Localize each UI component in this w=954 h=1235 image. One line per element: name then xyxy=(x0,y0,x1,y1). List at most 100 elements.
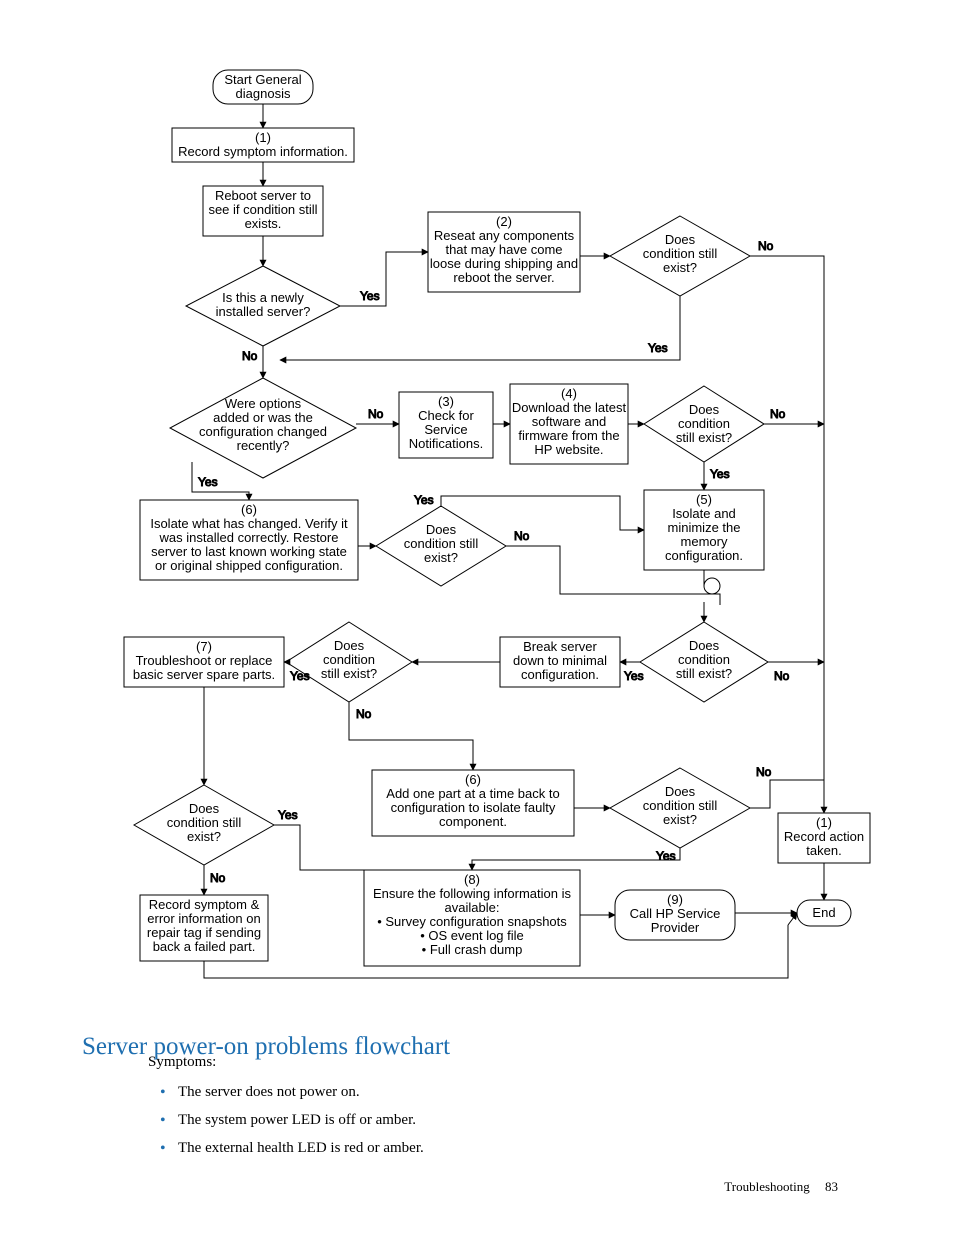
svg-text:No: No xyxy=(368,407,384,421)
svg-text:see if condition still: see if condition still xyxy=(208,202,317,217)
flow-b2: (2) Reseat any components that may have … xyxy=(428,212,580,292)
svg-text:(2): (2) xyxy=(496,214,512,229)
svg-text:Isolate what has changed. Veri: Isolate what has changed. Verify it xyxy=(150,516,348,531)
flow-b5: (5) Isolate and minimize the memory conf… xyxy=(644,490,764,570)
svg-text:loose during shipping and: loose during shipping and xyxy=(430,256,578,271)
svg-text:software and: software and xyxy=(532,414,606,429)
svg-text:• Full crash dump: • Full crash dump xyxy=(422,942,523,957)
svg-text:No: No xyxy=(770,407,786,421)
svg-text:memory: memory xyxy=(681,534,728,549)
svg-text:condition still: condition still xyxy=(404,536,479,551)
svg-text:Isolate and: Isolate and xyxy=(672,506,736,521)
svg-text:exist?: exist? xyxy=(663,260,697,275)
svg-text:Does: Does xyxy=(334,638,365,653)
svg-text:Were options: Were options xyxy=(225,396,302,411)
flow-b3: (3) Check for Service Notifications. xyxy=(399,392,493,458)
svg-text:(5): (5) xyxy=(696,492,712,507)
svg-text:configuration to isolate fault: configuration to isolate faulty xyxy=(391,800,556,815)
svg-text:Does: Does xyxy=(665,784,696,799)
svg-text:Start General: Start General xyxy=(224,72,301,87)
flow-b1: (1) Record symptom information. xyxy=(172,128,354,162)
svg-text:No: No xyxy=(774,669,790,683)
symptom-item: The server does not power on. xyxy=(178,1080,424,1104)
svg-text:Service: Service xyxy=(424,422,467,437)
svg-text:Yes: Yes xyxy=(278,808,298,822)
svg-text:Reseat any components: Reseat any components xyxy=(434,228,575,243)
svg-text:recently?: recently? xyxy=(237,438,290,453)
footer-section: Troubleshooting xyxy=(724,1179,809,1194)
flow-d-opts: Were options added or was the configurat… xyxy=(170,378,356,478)
svg-text:Does: Does xyxy=(689,638,720,653)
svg-text:Provider: Provider xyxy=(651,920,700,935)
svg-text:Yes: Yes xyxy=(414,493,434,507)
svg-text:repair tag if sending: repair tag if sending xyxy=(147,925,261,940)
svg-text:HP website.: HP website. xyxy=(534,442,603,457)
flow-b7: (7) Troubleshoot or replace basic server… xyxy=(124,637,284,687)
svg-text:condition still: condition still xyxy=(643,798,718,813)
flow-d-cond4: Does condition still exist? xyxy=(286,622,412,702)
svg-text:still exist?: still exist? xyxy=(321,666,377,681)
svg-text:firmware from the: firmware from the xyxy=(518,428,619,443)
flow-b8: (8) Ensure the following information is … xyxy=(364,870,580,966)
symptom-item: The system power LED is off or amber. xyxy=(178,1108,424,1132)
svg-text:Ensure the following informati: Ensure the following information is xyxy=(373,886,571,901)
svg-text:or original shipped configurat: or original shipped configuration. xyxy=(155,558,343,573)
svg-text:End: End xyxy=(812,905,835,920)
svg-text:Does: Does xyxy=(189,801,220,816)
flow-d-cond7: Does condition still exist? xyxy=(610,768,750,848)
svg-text:condition still: condition still xyxy=(643,246,718,261)
svg-text:Call HP Service: Call HP Service xyxy=(630,906,721,921)
flow-b6b: (6) Add one part at a time back to confi… xyxy=(372,770,574,836)
symptoms-intro: Symptoms: xyxy=(148,1050,424,1074)
svg-text:Add one part at a time back to: Add one part at a time back to xyxy=(386,786,559,801)
svg-text:No: No xyxy=(756,765,772,779)
svg-text:(3): (3) xyxy=(438,394,454,409)
flow-break: Break server down to minimal configurati… xyxy=(500,637,620,687)
svg-text:Yes: Yes xyxy=(198,475,218,489)
svg-text:diagnosis: diagnosis xyxy=(236,86,291,101)
flow-b4: (4) Download the latest software and fir… xyxy=(510,384,628,464)
symptoms-block: Symptoms: The server does not power on. … xyxy=(148,1050,424,1164)
svg-text:(6): (6) xyxy=(465,772,481,787)
svg-text:Yes: Yes xyxy=(624,669,644,683)
svg-text:down to minimal: down to minimal xyxy=(513,653,607,668)
svg-text:configuration.: configuration. xyxy=(521,667,599,682)
svg-text:server to last known working s: server to last known working state xyxy=(151,544,347,559)
svg-text:that may have come: that may have come xyxy=(445,242,562,257)
svg-text:installed server?: installed server? xyxy=(216,304,311,319)
flow-d-cond1: Does condition still exist? xyxy=(610,216,750,296)
svg-text:minimize the: minimize the xyxy=(668,520,741,535)
svg-text:(6): (6) xyxy=(241,502,257,517)
svg-text:No: No xyxy=(242,349,258,363)
svg-text:available:: available: xyxy=(445,900,500,915)
flow-b1b: (1) Record action taken. xyxy=(778,813,870,863)
svg-text:Does: Does xyxy=(665,232,696,247)
svg-text:exist?: exist? xyxy=(187,829,221,844)
svg-text:Break server: Break server xyxy=(523,639,597,654)
svg-text:exist?: exist? xyxy=(663,812,697,827)
svg-text:(9): (9) xyxy=(667,892,683,907)
svg-text:condition: condition xyxy=(323,652,375,667)
svg-text:basic server spare parts.: basic server spare parts. xyxy=(133,667,275,682)
svg-text:Yes: Yes xyxy=(290,669,310,683)
svg-text:condition: condition xyxy=(678,416,730,431)
svg-text:Record action: Record action xyxy=(784,829,864,844)
svg-text:Yes: Yes xyxy=(648,341,668,355)
svg-text:• OS event log file: • OS event log file xyxy=(420,928,524,943)
symptom-item: The external health LED is red or amber. xyxy=(178,1136,424,1160)
svg-text:Notifications.: Notifications. xyxy=(409,436,483,451)
flow-b6: (6) Isolate what has changed. Verify it … xyxy=(140,500,358,580)
svg-text:No: No xyxy=(210,871,226,885)
flow-end: End xyxy=(797,900,851,926)
flow-d-cond2: Does condition still exist? xyxy=(644,386,764,462)
svg-text:Troubleshoot or replace: Troubleshoot or replace xyxy=(136,653,273,668)
svg-text:exist?: exist? xyxy=(424,550,458,565)
svg-text:Is this a newly: Is this a newly xyxy=(222,290,304,305)
svg-text:(8): (8) xyxy=(464,872,480,887)
flow-start: Start General diagnosis xyxy=(213,70,313,104)
svg-text:No: No xyxy=(514,529,530,543)
svg-text:configuration.: configuration. xyxy=(665,548,743,563)
svg-text:taken.: taken. xyxy=(806,843,841,858)
page-footer: Troubleshooting 83 xyxy=(724,1179,838,1195)
svg-text:Download the latest: Download the latest xyxy=(512,400,627,415)
